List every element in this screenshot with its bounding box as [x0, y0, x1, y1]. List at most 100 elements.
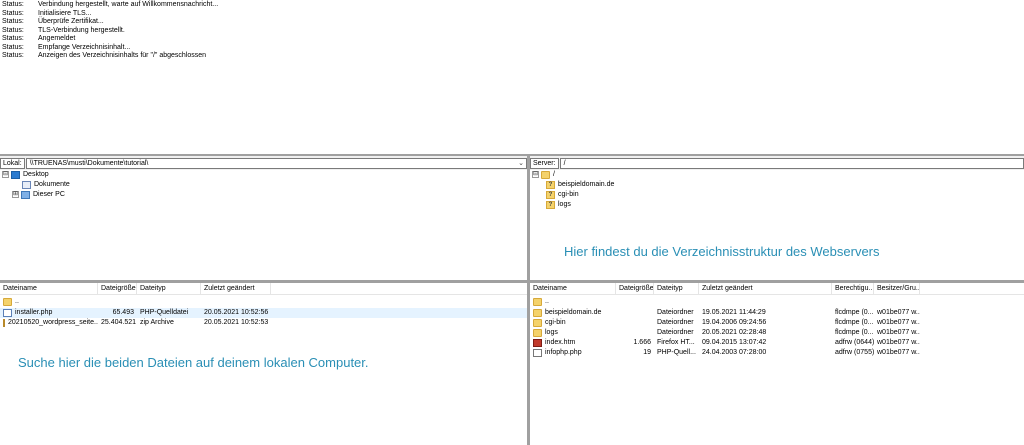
log-row: Status: Initialisiere TLS... [0, 10, 1024, 19]
file-size: 65.493 [112, 309, 134, 316]
remote-file-list[interactable]: Dateiname Dateigröße Dateityp Zuletzt ge… [530, 283, 1024, 445]
expand-toggle-icon[interactable]: ⊞ [12, 191, 19, 198]
column-header-owner[interactable]: Besitzer/Gru... [874, 283, 920, 294]
column-header-modified[interactable]: Zuletzt geändert [201, 283, 271, 294]
file-row[interactable]: cgi-bin Dateiordner 19.04.2006 09:24:56 … [530, 318, 1024, 328]
file-row[interactable]: .. [0, 297, 527, 307]
log-message: Anzeigen des Verzeichnisinhalts für "/" … [38, 52, 207, 59]
log-row: Status: TLS-Verbindung hergestellt. [0, 27, 1024, 36]
file-permissions: flcdmpe (0... [835, 319, 874, 326]
remote-path-input[interactable]: / [559, 157, 1024, 169]
tree-item-this-pc[interactable]: ⊞ Dieser PC [12, 190, 65, 199]
tree-item-beispieldomain[interactable]: ? beispieldomain.de [546, 180, 614, 189]
file-owner: w01be077 w... [877, 339, 920, 346]
php-file-icon [533, 348, 542, 357]
log-splitter[interactable] [0, 154, 1024, 156]
file-row[interactable]: beispieldomain.de Dateiordner 19.05.2021… [530, 308, 1024, 318]
file-name-cell: infophp.php [530, 348, 616, 358]
file-size [616, 328, 654, 338]
file-type: Dateiordner [657, 309, 694, 316]
log-row: Status: Empfange Verzeichnisinhalt... [0, 44, 1024, 53]
log-status-label: Status: [2, 35, 24, 42]
chevron-down-icon[interactable]: ⌄ [518, 159, 524, 168]
collapse-toggle-icon[interactable]: ⊟ [532, 171, 539, 178]
collapse-toggle-icon[interactable]: ⊟ [2, 171, 9, 178]
local-path-value: \\TRUENAS\musti\Dokumente\tutorial\ [29, 159, 149, 167]
file-modified: 20.05.2021 02:28:48 [702, 329, 767, 336]
file-type: zip Archive [140, 319, 174, 326]
file-name-cell: index.htm [530, 338, 616, 348]
documents-icon [22, 180, 31, 189]
log-message: Empfange Verzeichnisinhalt... [38, 43, 131, 51]
message-log[interactable]: Status: Verbindung hergestellt, warte auf… [0, 0, 1024, 154]
remote-path-label: Server: [530, 157, 559, 169]
log-row: Status: Anzeigen des Verzeichnisinhalts f… [0, 52, 1024, 61]
file-permissions: flcdmpe (0... [835, 329, 874, 336]
remote-tree-pane[interactable]: ⊟ / ? beispieldomain.de ? cgi-bin ? logs… [530, 170, 1024, 280]
log-status-label: Status: [2, 43, 24, 51]
tree-item-desktop[interactable]: ⊟ Desktop [2, 170, 49, 179]
file-name-cell: installer.php [0, 308, 98, 318]
local-hint-annotation: Suche hier die beiden Dateien auf deinem… [18, 355, 369, 370]
local-path-input[interactable]: \\TRUENAS\musti\Dokumente\tutorial\ ⌄ [25, 157, 527, 169]
file-permissions: flcdmpe (0... [835, 309, 874, 316]
column-header-type[interactable]: Dateityp [654, 283, 699, 294]
html-file-icon [533, 338, 542, 347]
log-message: Überprüfe Zertifikat... [38, 18, 104, 25]
column-header-size[interactable]: Dateigröße [98, 283, 137, 294]
column-header-modified[interactable]: Zuletzt geändert [699, 283, 832, 294]
tree-item-root[interactable]: ⊟ / [532, 170, 555, 179]
file-row[interactable]: infophp.php 19 PHP-Quell... 24.04.2003 0… [530, 348, 1024, 358]
log-status-label: Status: [2, 1, 24, 8]
column-header-size[interactable]: Dateigröße [616, 283, 654, 294]
file-row[interactable]: installer.php 65.493 PHP-Quelldatei 20.0… [0, 308, 527, 318]
file-name: logs [545, 329, 558, 336]
file-name: .. [15, 298, 19, 305]
file-owner: w01be077 w... [877, 349, 920, 356]
file-name-cell: .. [530, 297, 616, 307]
column-header-name[interactable]: Dateiname [530, 283, 616, 294]
log-message: TLS-Verbindung hergestellt. [38, 26, 125, 34]
file-name-cell: beispieldomain.de [530, 308, 616, 318]
local-path-label: Lokal: [0, 157, 25, 169]
log-message: Initialisiere TLS... [38, 9, 92, 17]
unknown-folder-icon: ? [546, 190, 555, 199]
file-row[interactable]: index.htm 1.666 Firefox HT... 09.04.2015… [530, 338, 1024, 348]
tree-item-documents[interactable]: Dokumente [22, 180, 70, 189]
file-name-cell: cgi-bin [530, 318, 616, 328]
local-column-header: Dateiname Dateigröße Dateityp Zuletzt ge… [0, 283, 527, 295]
tree-item-label: Dieser PC [33, 191, 65, 198]
remote-column-header: Dateiname Dateigröße Dateityp Zuletzt ge… [530, 283, 1024, 295]
local-tree-pane[interactable]: ⊟ Desktop Dokumente ⊞ Dieser PC [0, 170, 527, 280]
file-modified: 20.05.2021 10:52:56 [204, 309, 269, 316]
unknown-folder-icon: ? [546, 180, 555, 189]
file-size [616, 318, 654, 328]
log-status-label: Status: [2, 26, 24, 34]
file-row[interactable]: .. [530, 297, 1024, 307]
folder-icon [533, 308, 542, 317]
file-owner: w01be077 w... [877, 319, 920, 326]
column-header-type[interactable]: Dateityp [137, 283, 201, 294]
log-status-label: Status: [2, 9, 24, 17]
file-modified: 19.04.2006 09:24:56 [702, 319, 767, 326]
file-row[interactable]: 20210520_wordpress_seite... 25.404.521 z… [0, 318, 527, 328]
file-name-cell: .. [0, 297, 98, 307]
tree-item-label: beispieldomain.de [558, 181, 615, 188]
file-name: .. [545, 298, 549, 305]
zip-file-icon [3, 318, 5, 327]
unknown-folder-icon: ? [546, 200, 555, 209]
tree-item-logs[interactable]: ? logs [546, 200, 571, 209]
file-type: PHP-Quell... [657, 349, 696, 356]
file-name: infophp.php [545, 349, 582, 356]
column-header-name[interactable]: Dateiname [0, 283, 98, 294]
tree-item-label: Dokumente [34, 181, 70, 188]
file-row[interactable]: logs Dateiordner 20.05.2021 02:28:48 flc… [530, 328, 1024, 338]
remote-hint-annotation: Hier findest du die Verzeichnisstruktur … [564, 244, 880, 259]
tree-item-cgi-bin[interactable]: ? cgi-bin [546, 190, 579, 199]
file-name: beispieldomain.de [545, 309, 602, 316]
file-modified: 20.05.2021 10:52:53 [204, 319, 269, 326]
file-owner: w01be077 w... [877, 309, 920, 316]
column-header-permissions[interactable]: Berechtigu... [832, 283, 874, 294]
log-message: Verbindung hergestellt, warte auf Willko… [38, 1, 219, 8]
local-file-list[interactable]: Dateiname Dateigröße Dateityp Zuletzt ge… [0, 283, 527, 445]
